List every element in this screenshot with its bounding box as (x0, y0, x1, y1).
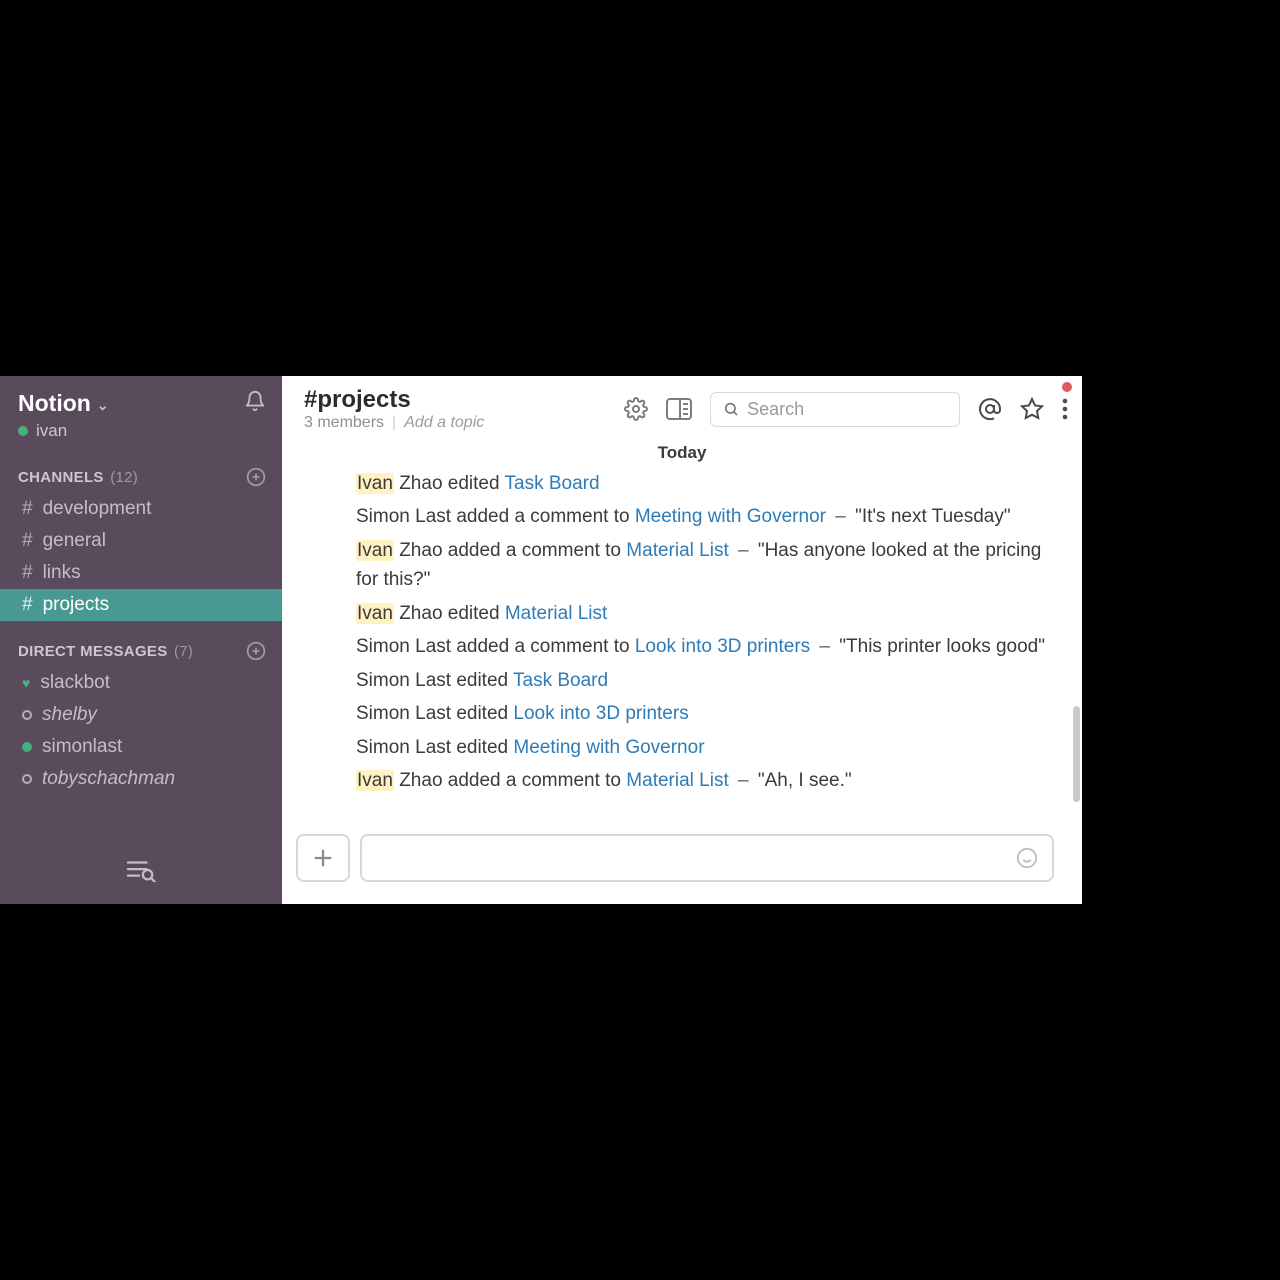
attach-button[interactable] (296, 834, 350, 882)
workspace-switcher[interactable]: Notion ⌄ (18, 390, 109, 417)
sidebar-dm-shelby[interactable]: shelby (0, 699, 282, 731)
dms-header: DIRECT MESSAGES (7) (0, 621, 282, 667)
sidebar-channel-general[interactable]: # general (0, 525, 282, 557)
chevron-down-icon: ⌄ (97, 397, 109, 414)
channel-name: general (43, 530, 106, 552)
activity-row: Ivan Zhao edited Material List (356, 599, 1054, 628)
target-link[interactable]: Meeting with Governor (635, 506, 826, 527)
dm-name: simonlast (42, 736, 122, 758)
channel-title: #projects (304, 386, 484, 414)
channel-topic[interactable]: Add a topic (404, 414, 484, 432)
activity-row: Simon Last added a comment to Meeting wi… (356, 502, 1054, 531)
sidebar-dm-tobyschachman[interactable]: tobyschachman (0, 763, 282, 795)
add-channel-icon[interactable] (246, 467, 266, 487)
activity-row: Simon Last edited Look into 3D printers (356, 699, 1054, 728)
emoji-icon[interactable] (1016, 847, 1038, 869)
bell-icon[interactable] (244, 390, 266, 412)
sidebar-channel-links[interactable]: # links (0, 557, 282, 589)
search-input[interactable] (747, 399, 947, 420)
target-link[interactable]: Material List (505, 603, 607, 624)
comment-quote: "It's next Tuesday" (855, 506, 1010, 527)
main-pane: #projects 3 members | Add a topic (282, 376, 1082, 904)
search-box[interactable] (710, 392, 960, 427)
channel-name: projects (43, 594, 110, 616)
target-link[interactable]: Material List (626, 540, 728, 561)
dm-name: tobyschachman (42, 768, 175, 790)
channel-topbar: #projects 3 members | Add a topic (282, 376, 1082, 441)
dms-count: (7) (174, 643, 193, 660)
dms-label: DIRECT MESSAGES (18, 643, 168, 660)
highlighted-name: Ivan (356, 603, 394, 624)
channel-name: links (43, 562, 81, 584)
comment-quote: "This printer looks good" (839, 636, 1045, 657)
sidebar-dm-simonlast[interactable]: simonlast (0, 731, 282, 763)
channels-count: (12) (110, 469, 138, 486)
current-user-name: ivan (36, 421, 67, 441)
activity-row: Simon Last added a comment to Look into … (356, 632, 1054, 661)
scrollbar[interactable] (1073, 706, 1080, 802)
target-link[interactable]: Task Board (513, 670, 608, 691)
channel-members[interactable]: 3 members (304, 414, 384, 432)
date-separator: Today (282, 441, 1082, 469)
sidebar-channel-projects[interactable]: # projects (0, 589, 282, 621)
sidebar-channel-development[interactable]: # development (0, 493, 282, 525)
more-icon[interactable] (1062, 398, 1068, 420)
search-icon (723, 400, 739, 418)
presence-idle-icon (22, 710, 32, 720)
sidebar: Notion ⌄ ivan CHANNELS (12) #developmen (0, 376, 282, 904)
message-box (360, 834, 1054, 882)
channels-label: CHANNELS (18, 469, 104, 486)
mentions-icon[interactable] (978, 397, 1002, 421)
dm-name: slackbot (40, 672, 110, 694)
target-link[interactable]: Look into 3D printers (513, 703, 688, 724)
app-window: Notion ⌄ ivan CHANNELS (12) #developmen (0, 376, 1082, 904)
quick-switcher[interactable] (0, 840, 282, 904)
workspace-name: Notion (18, 390, 91, 417)
target-link[interactable]: Material List (626, 770, 728, 791)
channel-heading: #projects 3 members | Add a topic (304, 386, 484, 432)
star-icon[interactable] (1020, 397, 1044, 421)
composer (282, 824, 1082, 904)
presence-idle-icon (22, 774, 32, 784)
separator: | (392, 414, 396, 432)
presence-dot-icon (18, 426, 28, 436)
comment-quote: "Ah, I see." (758, 770, 852, 791)
settings-icon[interactable] (624, 397, 648, 421)
add-dm-icon[interactable] (246, 641, 266, 661)
hash-icon: # (22, 498, 33, 520)
channel-name: development (43, 498, 152, 520)
target-link[interactable]: Meeting with Governor (513, 737, 704, 758)
activity-row: Ivan Zhao edited Task Board (356, 469, 1054, 498)
activity-row: Simon Last edited Meeting with Governor (356, 733, 1054, 762)
target-link[interactable]: Look into 3D printers (635, 636, 810, 657)
hash-icon: # (22, 594, 33, 616)
activity-row: Ivan Zhao added a comment to Material Li… (356, 536, 1054, 595)
target-link[interactable]: Task Board (505, 473, 600, 494)
activity-feed[interactable]: Ivan Zhao edited Task Board Simon Last ad… (282, 469, 1082, 824)
plus-icon (312, 847, 334, 869)
dm-list: ♥ slackbot shelby simonlast tobyschachman (0, 667, 282, 795)
toggle-pane-icon[interactable] (666, 398, 692, 420)
hash-icon: # (22, 530, 33, 552)
workspace-header: Notion ⌄ ivan (0, 376, 282, 447)
current-user[interactable]: ivan (18, 421, 109, 441)
highlighted-name: Ivan (356, 473, 394, 494)
notification-dot-icon (1062, 382, 1072, 392)
presence-online-icon (22, 742, 32, 752)
highlighted-name: Ivan (356, 540, 394, 561)
channels-header: CHANNELS (12) (0, 447, 282, 493)
channel-list: # development # general # links # projects (0, 493, 282, 621)
activity-row: Simon Last edited Task Board (356, 666, 1054, 695)
message-input[interactable] (376, 836, 1016, 880)
activity-row: Ivan Zhao added a comment to Material Li… (356, 766, 1054, 795)
heart-icon: ♥ (22, 675, 30, 691)
hash-icon: # (22, 562, 33, 584)
highlighted-name: Ivan (356, 770, 394, 791)
dm-name: shelby (42, 704, 97, 726)
sidebar-dm-slackbot[interactable]: ♥ slackbot (0, 667, 282, 699)
